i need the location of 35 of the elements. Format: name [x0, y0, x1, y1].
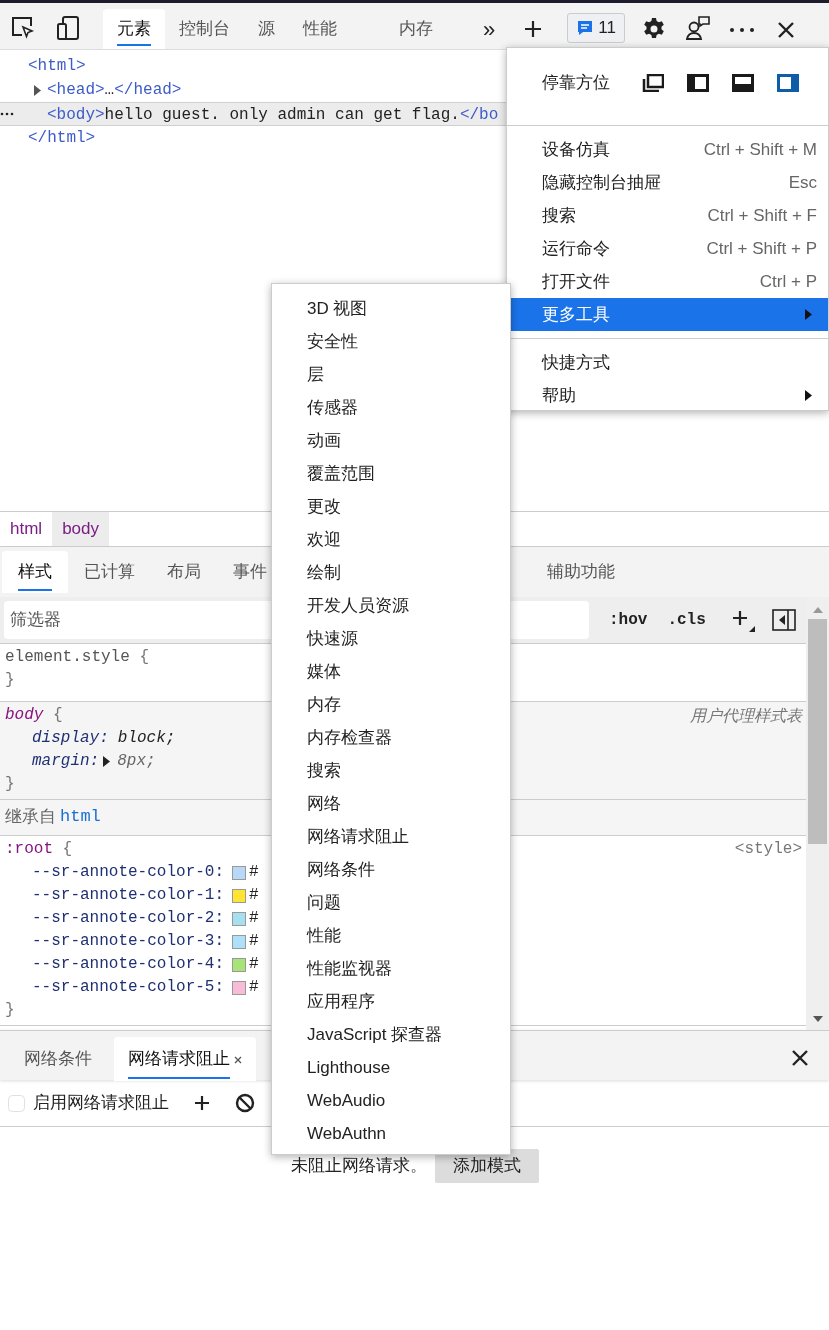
closing-brace: }	[5, 671, 15, 689]
menu-item-label: 更多工具	[542, 304, 610, 326]
menu-item-label: 快捷方式	[542, 352, 610, 374]
css-property: display:	[32, 728, 109, 749]
css-variable: --sr-annote-color-5:	[32, 977, 225, 998]
shortcut-label: Ctrl + Shift + P	[706, 238, 817, 260]
menu-item-label: 搜索	[542, 205, 576, 227]
css-value: 8px;	[117, 751, 156, 772]
css-variable: --sr-annote-color-1:	[32, 885, 225, 906]
shortcut-label: Ctrl + Shift + F	[707, 205, 817, 227]
css-value: #	[249, 954, 259, 975]
closing-brace: }	[5, 1001, 15, 1019]
dock-label: 停靠方位	[542, 72, 610, 95]
shortcut-label: Ctrl + Shift + M	[703, 139, 817, 161]
css-variable: --sr-annote-color-3:	[32, 931, 225, 952]
css-property: margin:	[32, 751, 100, 772]
css-value: #	[249, 885, 259, 906]
css-variable: --sr-annote-color-4:	[32, 954, 225, 975]
css-value: #	[249, 908, 259, 929]
menu-item-label: 打开文件	[542, 271, 610, 293]
menu-item-label: 帮助	[542, 385, 576, 407]
shortcut-label: Ctrl + P	[759, 271, 817, 293]
menu-item-label: 隐藏控制台抽屉	[542, 172, 661, 194]
css-value: #	[249, 862, 259, 883]
css-variable: --sr-annote-color-0:	[32, 862, 225, 883]
empty-message: 未阻止网络请求。	[290, 1155, 427, 1177]
shortcut-label: Esc	[788, 172, 817, 194]
menu-item-label: 设备仿真	[542, 139, 610, 161]
css-value: #	[249, 977, 259, 998]
css-variable: --sr-annote-color-2:	[32, 908, 225, 929]
closing-brace: }	[5, 775, 15, 793]
css-value: #	[249, 931, 259, 952]
inherited-label: 继承自	[5, 806, 56, 829]
menu-item-label: 运行命令	[542, 238, 610, 260]
css-value: block;	[117, 728, 176, 749]
